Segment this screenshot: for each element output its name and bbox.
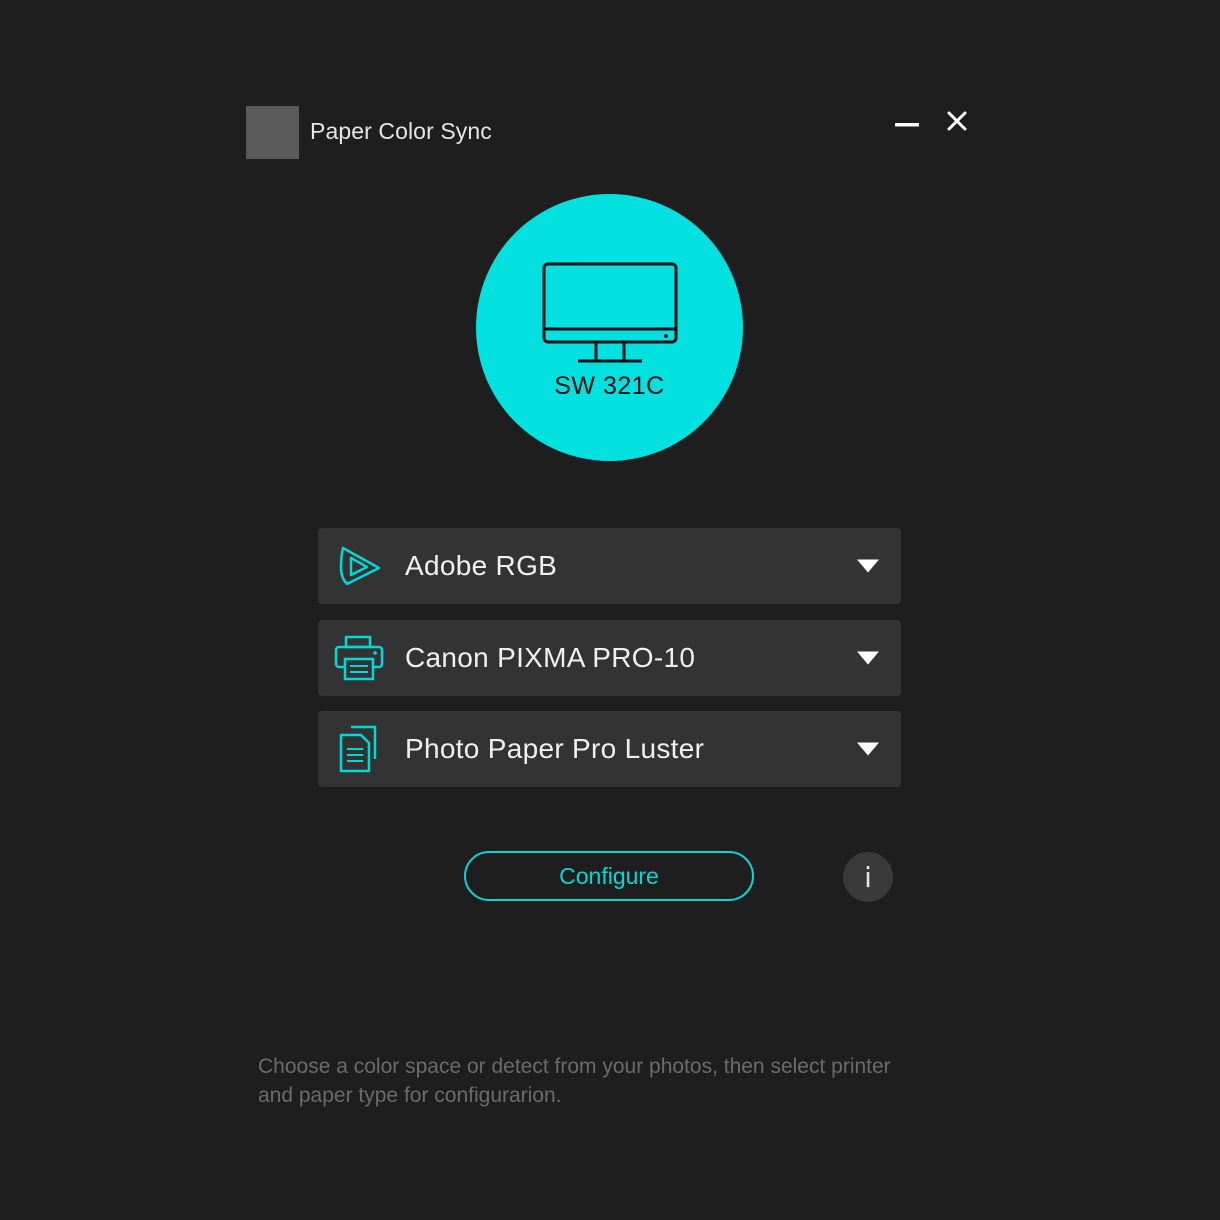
paper-type-dropdown[interactable]: Photo Paper Pro Luster — [318, 711, 901, 787]
printer-label: Canon PIXMA PRO-10 — [405, 642, 696, 673]
minimize-icon — [895, 123, 919, 127]
color-space-play-icon — [334, 541, 384, 591]
minimize-button[interactable] — [890, 104, 924, 138]
monitor-icon — [542, 262, 678, 363]
color-space-label: Adobe RGB — [405, 550, 558, 581]
paper-documents-icon — [334, 724, 384, 774]
device-name: SW 321C — [554, 372, 665, 400]
configure-button[interactable]: Configure — [464, 851, 754, 901]
app-logo — [246, 106, 299, 159]
close-icon — [947, 111, 967, 131]
instruction-text: Choose a color space or detect from your… — [258, 1055, 891, 1107]
color-space-dropdown[interactable]: Adobe RGB — [318, 528, 901, 604]
paper-type-label: Photo Paper Pro Luster — [405, 733, 705, 764]
chevron-down-icon — [857, 742, 879, 756]
printer-dropdown[interactable]: Canon PIXMA PRO-10 — [318, 620, 901, 696]
app-title: Paper Color Sync — [310, 118, 492, 144]
device-selector[interactable]: SW 321C — [476, 194, 743, 461]
chevron-down-icon — [857, 559, 879, 573]
chevron-down-icon — [857, 651, 879, 665]
close-button[interactable] — [940, 104, 974, 138]
info-button[interactable]: i — [843, 852, 893, 902]
printer-icon — [334, 633, 384, 683]
